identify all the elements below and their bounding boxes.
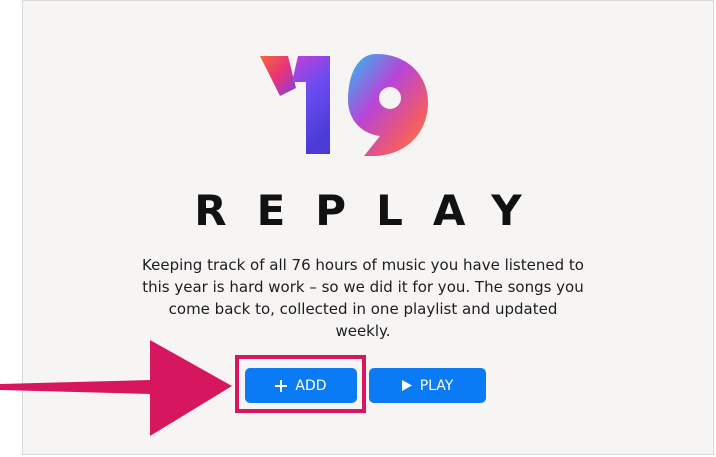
plus-icon: [275, 379, 288, 392]
pointer-arrow-icon: [0, 340, 232, 436]
replay-description: Keeping track of all 76 hours of music y…: [142, 256, 584, 340]
add-button-label: ADD: [295, 377, 327, 394]
play-icon: [401, 380, 412, 391]
replay-title: REPLAY: [194, 186, 552, 235]
replay-19-logo: [260, 54, 428, 156]
play-button[interactable]: PLAY: [369, 368, 486, 403]
add-button[interactable]: ADD: [245, 368, 357, 403]
play-button-label: PLAY: [419, 377, 454, 394]
